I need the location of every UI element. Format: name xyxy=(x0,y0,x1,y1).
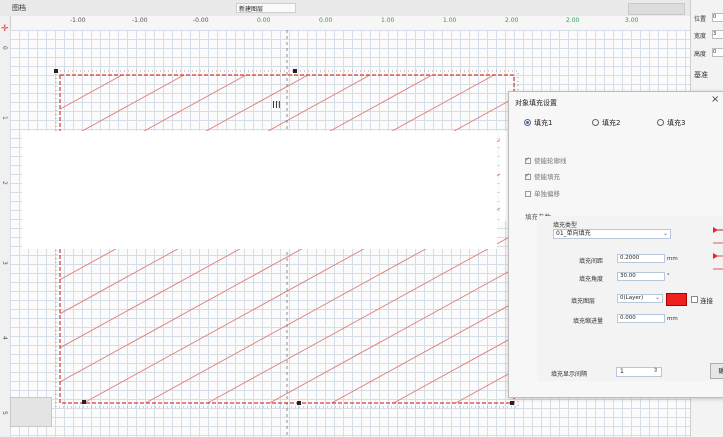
fill-indent-unit: mm xyxy=(667,316,678,322)
check-enable-fill[interactable]: 使能填充 xyxy=(525,171,560,181)
fill-type-select[interactable]: 01_单向填充 xyxy=(553,229,671,239)
checkbox-icon xyxy=(525,156,531,164)
radio-fill-1[interactable]: 填充1 xyxy=(524,118,552,128)
min-gap-label: 填充显示间隔 xyxy=(551,371,588,378)
prop-width-input[interactable]: 3 xyxy=(712,30,723,39)
ruler-tick: 5 xyxy=(1,411,8,415)
fill-layer-label: 填充图层 xyxy=(571,298,596,305)
fill-preview xyxy=(713,227,723,270)
ruler-tick: 1.00 xyxy=(443,17,457,24)
prop-height-label: 高度 xyxy=(694,51,707,58)
connect-checkbox[interactable] xyxy=(691,296,698,303)
ruler-tick: 0.00 xyxy=(257,17,271,24)
resize-handle[interactable] xyxy=(510,401,514,405)
check-separate-offset[interactable]: 单独偏移 xyxy=(525,188,560,198)
title-bar: 图档 新建图层 xyxy=(0,0,690,17)
text-cursor: III xyxy=(272,100,281,111)
checkbox-icon xyxy=(525,191,531,197)
title-right-control[interactable] xyxy=(628,3,685,15)
fill-angle-input[interactable]: 30.00 xyxy=(617,272,665,281)
left-panel-stub[interactable] xyxy=(10,397,52,427)
check-enable-outline[interactable]: 使能轮廓线 xyxy=(525,155,567,165)
radio-dot-icon xyxy=(524,118,531,126)
resize-handle[interactable] xyxy=(54,69,58,73)
close-icon[interactable]: × xyxy=(711,94,719,105)
resize-handle[interactable] xyxy=(293,69,297,73)
ruler-tick: 2.00 xyxy=(566,17,580,24)
ruler-tick: 1.00 xyxy=(381,17,395,24)
checkbox-label: 使能轮廓线 xyxy=(534,157,567,165)
blank-overlay xyxy=(22,131,497,249)
chevron-down-icon: ⌄ xyxy=(663,230,669,237)
fill-indent-input[interactable]: 0.000 xyxy=(617,314,665,323)
ruler-tick: -0.00 xyxy=(193,17,209,24)
radio-label: 填充2 xyxy=(602,119,621,127)
resize-handle[interactable] xyxy=(297,401,301,405)
radio-label: 填充1 xyxy=(534,119,553,127)
ruler-tick: 4 xyxy=(1,336,8,340)
radio-dot-icon xyxy=(657,118,664,126)
ruler-origin-icon: ✛ xyxy=(1,24,9,34)
ruler-tick: 3 xyxy=(1,261,8,265)
spinner-icon[interactable]: ⇕ xyxy=(653,367,658,374)
ok-button[interactable]: 确定 xyxy=(710,363,723,379)
ruler-tick: 1 xyxy=(1,116,8,120)
layer-name-field[interactable]: 新建图层 xyxy=(236,3,296,13)
checkbox-icon xyxy=(525,172,531,180)
fill-color-swatch[interactable] xyxy=(666,293,687,306)
fill-type-label: 填充类型 xyxy=(553,222,578,229)
ruler-tick: 2 xyxy=(1,181,8,185)
ruler-tick: -1.00 xyxy=(132,17,148,24)
ruler-tick: 0.00 xyxy=(319,17,333,24)
fill-spacing-unit: mm xyxy=(667,256,678,262)
radio-fill-2[interactable]: 填充2 xyxy=(592,118,620,128)
prop-position-input[interactable]: 0 xyxy=(712,13,723,22)
radio-label: 填充3 xyxy=(667,119,686,127)
connect-label: 连接 xyxy=(700,297,713,305)
resize-handle[interactable] xyxy=(82,400,86,404)
fill-spacing-input[interactable]: 0.2000 xyxy=(617,254,665,263)
ruler-tick: -1.00 xyxy=(70,17,86,24)
dialog-title: 对象填充设置 xyxy=(515,99,557,107)
checkbox-label: 单独偏移 xyxy=(534,190,560,198)
fill-params-panel: 填充类型 01_单向填充 ⌄ 填充间距 0.2000 mm 填充角度 30.00… xyxy=(537,216,723,381)
ruler-tick: 3.00 xyxy=(625,17,639,24)
fill-spacing-label: 填充间距 xyxy=(579,258,604,265)
ruler-tick: 0 xyxy=(1,46,8,50)
fill-indent-label: 填充缩进量 xyxy=(573,318,604,325)
chevron-down-icon: ⌄ xyxy=(655,294,661,301)
checkbox-label: 使能填充 xyxy=(534,173,560,181)
prop-height-input[interactable]: 0 xyxy=(712,48,723,57)
prop-width-label: 宽度 xyxy=(694,33,707,40)
prop-position-label: 位置 xyxy=(694,16,707,23)
fill-settings-dialog: 对象填充设置 × 填充1 填充2 填充3 使能轮廓线 使能填充 单独偏移 填充参… xyxy=(508,91,723,398)
radio-dot-icon xyxy=(592,118,599,126)
fill-angle-label: 填充角度 xyxy=(579,276,604,283)
top-ruler: -1.00 -1.00 -0.00 0.00 0.00 1.00 1.00 2.… xyxy=(8,16,690,31)
ruler-tick: 2.00 xyxy=(505,17,519,24)
document-tab-label[interactable]: 图档 xyxy=(12,3,26,13)
radio-fill-3[interactable]: 填充3 xyxy=(657,118,685,128)
prop-base-label: 基准 xyxy=(694,71,708,79)
fill-angle-unit: ° xyxy=(667,273,670,279)
